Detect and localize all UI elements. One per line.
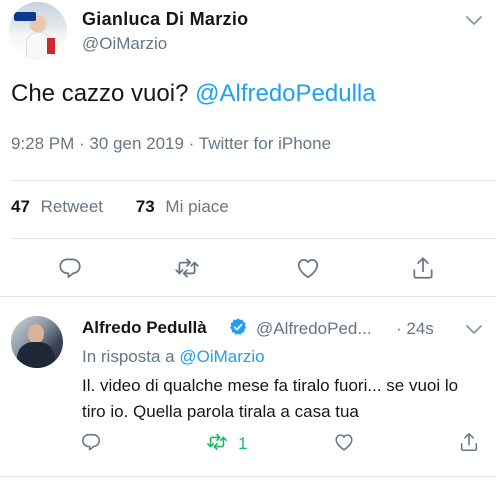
- in-reply-handle[interactable]: @OiMarzio: [179, 347, 264, 366]
- retweet-icon[interactable]: [205, 431, 229, 453]
- main-tweet: Gianluca Di Marzio @OiMarzio Che cazzo v…: [0, 0, 496, 292]
- verified-badge-icon: [228, 317, 248, 337]
- share-icon[interactable]: [410, 255, 436, 281]
- reply-author-name[interactable]: Alfredo Pedullà: [82, 318, 207, 338]
- chevron-down-icon[interactable]: [466, 322, 482, 334]
- retweet-icon[interactable]: [174, 255, 200, 281]
- retweets-count[interactable]: 47: [11, 197, 30, 216]
- avatar[interactable]: [9, 2, 67, 60]
- reply-time[interactable]: · 24s: [396, 319, 434, 339]
- mention-link[interactable]: @AlfredoPedulla: [195, 80, 375, 107]
- likes-count[interactable]: 73: [136, 197, 155, 216]
- retweets-label[interactable]: Retweet: [41, 197, 103, 216]
- reply-text: Il. video di qualche mese fa tiralo fuor…: [82, 376, 459, 421]
- reply-retweet-count[interactable]: 1: [238, 434, 247, 454]
- divider: [11, 238, 496, 239]
- author-name[interactable]: Gianluca Di Marzio: [82, 9, 248, 30]
- like-icon[interactable]: [295, 255, 321, 281]
- reply-icon[interactable]: [57, 255, 83, 281]
- reply-author-handle[interactable]: @AlfredoPed...: [256, 319, 372, 339]
- divider: [0, 296, 496, 297]
- tweet-text: Che cazzo vuoi? @AlfredoPedulla: [11, 80, 376, 108]
- divider: [0, 476, 496, 477]
- author-handle[interactable]: @OiMarzio: [82, 34, 167, 54]
- tweet-text-plain: Che cazzo vuoi?: [11, 80, 189, 107]
- like-icon[interactable]: [333, 431, 355, 453]
- tweet-stats: 47 Retweet 73 Mi piace: [11, 197, 229, 217]
- likes-label[interactable]: Mi piace: [165, 197, 228, 216]
- in-reply-to: In risposta a @OiMarzio: [82, 347, 265, 367]
- avatar[interactable]: [11, 316, 63, 368]
- share-icon[interactable]: [458, 431, 480, 453]
- divider: [11, 180, 496, 181]
- in-reply-prefix: In risposta a: [82, 347, 175, 366]
- tweet-timestamp[interactable]: 9:28 PM · 30 gen 2019 · Twitter for iPho…: [11, 134, 331, 154]
- chevron-down-icon[interactable]: [466, 13, 482, 25]
- reply-icon[interactable]: [80, 431, 102, 453]
